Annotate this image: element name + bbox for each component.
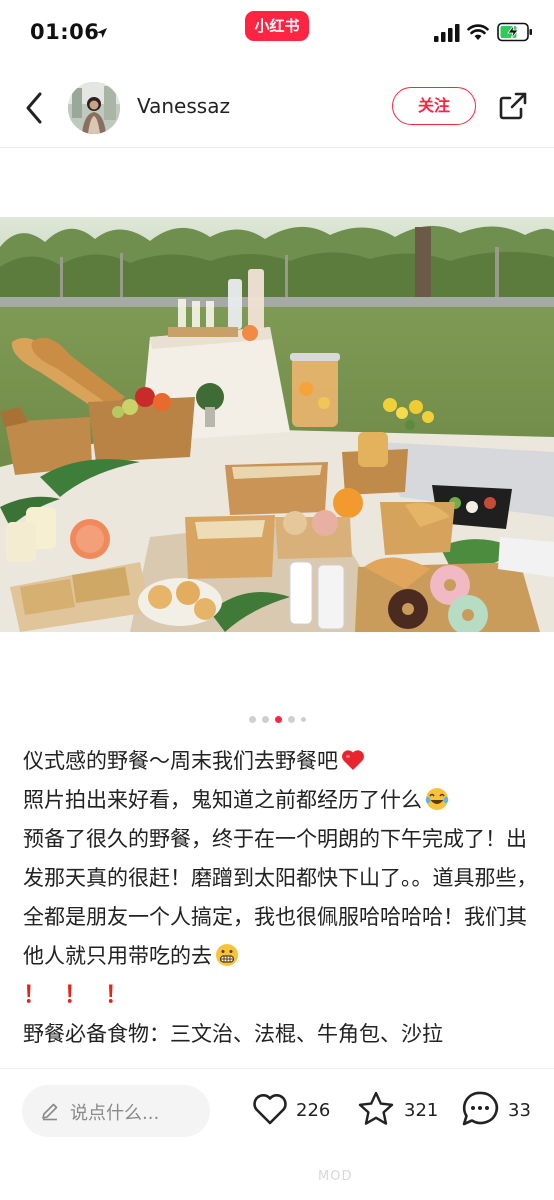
post-content: 仪式感的野餐～周末我们去野餐吧 照片拍出来好看，鬼知道之前都经历了什么 预备了很… [23,742,538,1067]
exclamation-mark: ！ [23,982,46,1008]
heart-icon [253,1094,287,1125]
laughing-tears-emoji-icon [425,788,449,810]
collect-count: 321 [404,1100,439,1121]
username[interactable]: Vanessaz [137,94,230,118]
post-title-line: 仪式感的野餐～周末我们去野餐吧 [23,742,538,781]
avatar[interactable] [68,82,120,134]
follow-button[interactable]: 关注 [392,87,476,125]
bottom-action-bar: 说点什么... 226 321 33 MOD [0,1068,554,1200]
app-badge: 小红书 [245,11,309,41]
post-paragraph: 预备了很久的野餐，终于在一个明朗的下午完成了！出发那天真的很赶！磨蹭到太阳都快下… [23,827,538,968]
comment-button[interactable]: 33 [460,1089,540,1133]
post-header: Vanessaz 关注 [0,68,554,148]
comment-input[interactable]: 说点什么... [22,1085,210,1137]
status-bar: 01:06 小红书 [0,0,554,68]
carousel-dot[interactable] [248,716,256,723]
picnic-photo [0,217,554,632]
comment-bubble-icon [462,1091,499,1126]
star-icon [358,1091,394,1125]
watermark-text: MOD [318,1169,353,1184]
carousel-dot[interactable] [261,716,269,723]
collect-button[interactable]: 321 [356,1089,442,1133]
exclamation-row: ！ ！ ！ [23,976,538,1015]
back-chevron-icon[interactable] [20,90,48,126]
wifi-icon [467,24,489,40]
exclamation-mark: ！ [105,982,128,1008]
carousel-dot[interactable] [300,717,306,722]
post-photo[interactable] [0,217,554,632]
carousel-indicator[interactable] [0,716,554,726]
like-count: 226 [296,1100,331,1121]
post-line: 野餐必备食物：三文治、法棍、牛角包、沙拉 [23,1022,443,1046]
comment-placeholder: 说点什么... [70,1103,160,1124]
comment-count: 33 [508,1100,531,1121]
exclamation-mark: ！ [64,982,87,1008]
carousel-dot-active[interactable] [274,716,282,723]
post-line: 照片拍出来好看，鬼知道之前都经历了什么 [23,781,538,820]
red-heart-emoji-icon [342,750,364,770]
share-icon[interactable] [497,90,529,122]
carousel-dot[interactable] [287,716,295,723]
avatar-image [68,82,120,134]
status-time: 01:06 [30,20,100,44]
location-arrow-icon [97,28,107,38]
signal-bars-icon [434,24,460,42]
battery-charging-icon [497,22,532,42]
like-button[interactable]: 226 [250,1089,336,1133]
grimacing-emoji-icon [216,944,238,966]
pencil-icon [42,1103,58,1121]
